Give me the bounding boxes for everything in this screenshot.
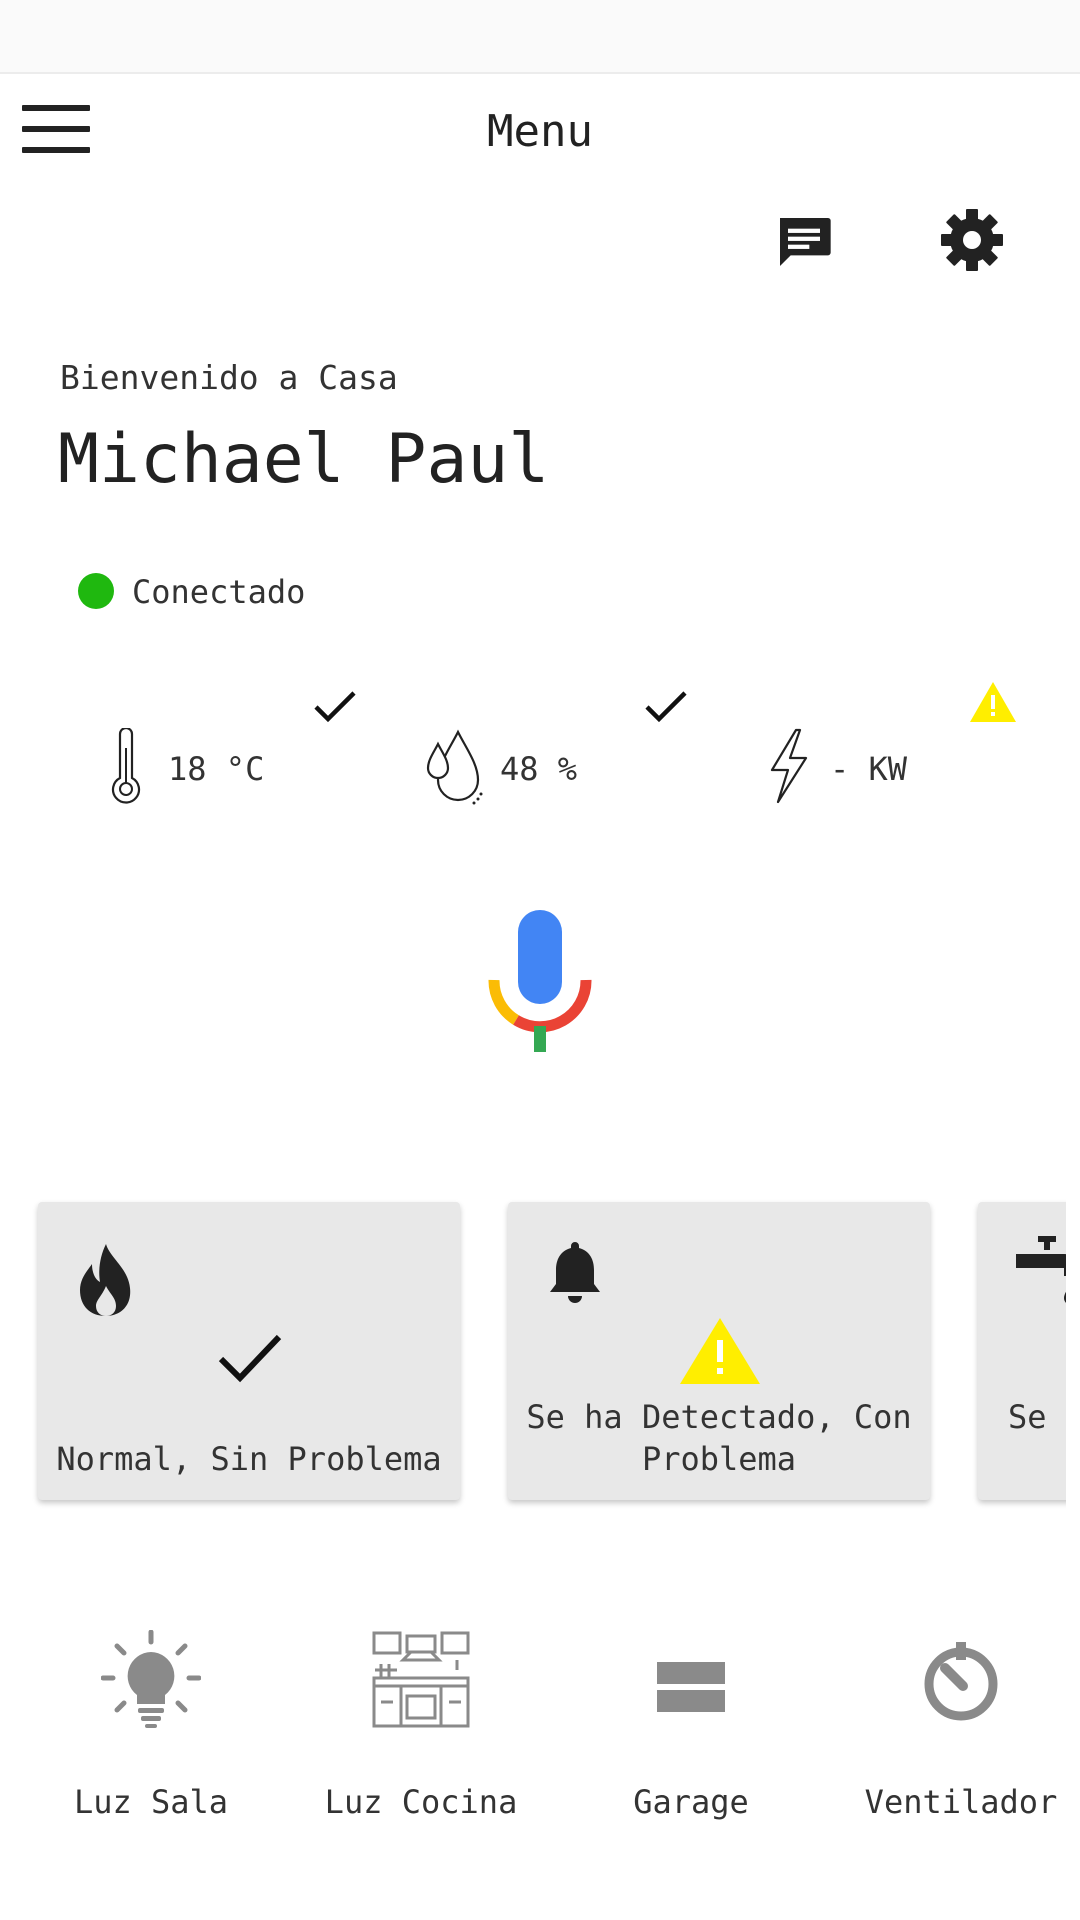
status-bar-area <box>0 0 1080 72</box>
chat-icon[interactable] <box>772 210 836 274</box>
microphone-icon[interactable] <box>488 908 592 1054</box>
power-warning-icon <box>968 680 1018 724</box>
alarm-warning-icon <box>678 1316 762 1390</box>
device-label: Luz Cocina <box>324 1783 518 1821</box>
welcome-greeting: Bienvenido a Casa <box>60 358 398 397</box>
garage-icon <box>657 1662 725 1712</box>
alarm-status-line1: Se ha Detectado, Con <box>526 1398 912 1436</box>
humidity-value: 48 % <box>500 750 578 788</box>
alert-card-water[interactable]: Se ha Detectado, Con Problema <box>978 1202 1066 1500</box>
water-status-message: Se ha Detectado, Con Problema <box>1008 1398 1066 1436</box>
alerts-carousel[interactable]: Normal, Sin Problema Se ha Detectado, Co… <box>0 1190 1066 1520</box>
connection-status-text: Conectado <box>132 573 306 611</box>
water-tap-icon <box>1012 1232 1066 1316</box>
device-label: Ventilador <box>864 1783 1058 1821</box>
kitchen-icon <box>372 1631 470 1728</box>
device-ventilador[interactable]: Ventilador <box>846 1620 1076 1840</box>
thermometer-icon <box>110 726 142 804</box>
humidity-check-icon <box>644 688 688 724</box>
fire-check-icon <box>218 1332 282 1388</box>
fire-icon <box>76 1242 136 1322</box>
gear-icon[interactable] <box>940 208 1004 272</box>
fan-timer-icon <box>924 1642 998 1721</box>
device-label: Garage <box>633 1783 749 1821</box>
bell-icon <box>548 1240 602 1308</box>
power-value: - KW <box>830 750 908 788</box>
divider <box>0 72 1080 74</box>
temperature-check-icon <box>313 688 357 724</box>
device-luz-sala[interactable]: Luz Sala <box>36 1620 266 1840</box>
device-luz-cocina[interactable]: Luz Cocina <box>306 1620 536 1840</box>
connection-status-dot <box>78 573 114 609</box>
alert-card-alarm[interactable]: Se ha Detectado, Con Problema <box>508 1202 930 1500</box>
light-bulb-icon <box>101 1630 201 1728</box>
device-label: Luz Sala <box>73 1783 229 1821</box>
fire-status-message: Normal, Sin Problema <box>56 1440 442 1478</box>
lightning-icon <box>766 728 810 804</box>
temperature-value: 18 °C <box>168 750 265 788</box>
alarm-status-line2: Problema <box>641 1440 797 1478</box>
page-title: Menu <box>487 106 593 157</box>
device-garage[interactable]: Garage <box>576 1620 806 1840</box>
alert-card-fire[interactable]: Normal, Sin Problema <box>38 1202 460 1500</box>
user-name: Michael Paul <box>58 420 550 499</box>
humidity-drop-icon <box>426 728 486 806</box>
